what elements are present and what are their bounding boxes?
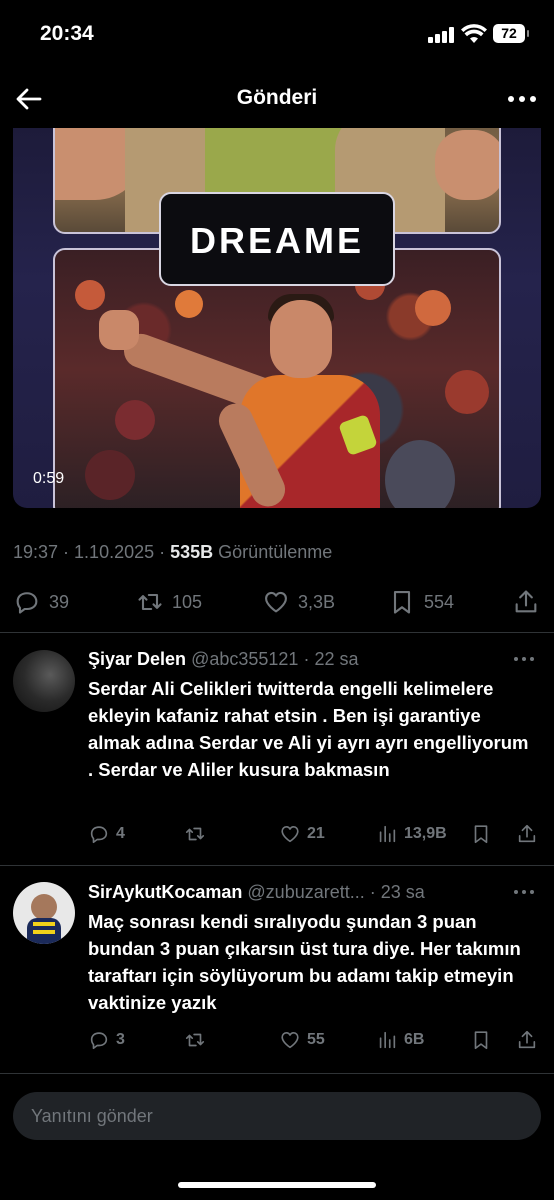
share-button[interactable] [512,584,540,620]
reply-input[interactable] [31,1092,521,1140]
repost-icon [185,1033,205,1047]
like-count: 3,3B [298,591,336,612]
reply-icon [16,592,38,614]
reply-composer [13,1092,541,1140]
bookmark-icon [474,1031,488,1050]
repost-button[interactable] [184,1026,212,1054]
reply-button[interactable]: 4 [88,820,125,848]
post-time: 19:37 [13,542,59,562]
reply-icon [90,1032,108,1050]
post-actions: 39 105 3,3B 554 [0,584,554,620]
reply-time: 22 sa [314,649,359,669]
repost-count: 105 [172,591,203,612]
reply-author-handle[interactable]: @abc355121 [191,649,298,669]
views-count: 6B [404,1031,425,1048]
reply-item[interactable]: Şiyar Delen @abc355121 · 22 sa Serdar Al… [0,632,554,865]
home-indicator [178,1182,376,1188]
wifi-icon [461,24,487,43]
post-meta: 19:37 · 1.10.2025 · 535B Görüntülenme [13,542,333,562]
analytics-icon [379,1031,396,1049]
views-count: 13,9B [404,825,447,842]
repost-icon [185,827,205,841]
avatar[interactable] [13,882,75,944]
reply-icon [90,826,108,844]
reply-text: Maç sonrası kendi sıralıyodu şundan 3 pu… [88,911,521,1013]
status-time: 20:34 [40,22,94,45]
more-horizontal-icon[interactable] [508,96,536,102]
reply-item[interactable]: SirAykutKocaman @zubuzarett... · 23 sa M… [0,865,554,1073]
bookmark-button[interactable] [470,1026,492,1054]
heart-icon [281,1032,299,1049]
bookmark-icon [474,825,488,844]
reply-time: 23 sa [380,882,425,902]
reply-header: Şiyar Delen @abc355121 · 22 sa [88,649,359,669]
reply-count: 3 [116,1031,125,1048]
heart-icon [265,591,287,613]
like-button[interactable]: 21 [279,820,325,848]
reply-author-name[interactable]: SirAykutKocaman [88,882,242,902]
repost-button[interactable] [184,820,212,848]
bookmark-count: 554 [424,591,455,612]
reply-button[interactable]: 3 [88,1026,125,1054]
like-button[interactable]: 55 [279,1026,325,1054]
repost-icon [138,593,162,611]
reply-header: SirAykutKocaman @zubuzarett... · 23 sa [88,882,425,902]
share-button[interactable] [516,820,538,848]
reply-button[interactable]: 39 [13,584,69,620]
video-frame-bottom [53,248,501,508]
brand-logo: DREAME [159,192,395,286]
reply-author-name[interactable]: Şiyar Delen [88,649,186,669]
more-horizontal-icon[interactable] [512,890,536,896]
like-count: 55 [307,1031,325,1048]
reply-text: Serdar Ali Celikleri twitterda engelli k… [88,678,529,780]
views-button[interactable]: 13,9B [376,820,447,848]
like-count: 21 [307,825,325,842]
share-icon [515,590,537,613]
views-button[interactable]: 6B [376,1026,424,1054]
reply-author-handle[interactable]: @zubuzarett... [247,882,364,902]
reply-actions: 3 55 6B [0,1026,554,1054]
views-label: Görüntülenme [218,542,333,562]
post-date: 1.10.2025 [74,542,155,562]
top-bar: Gönderi [0,70,554,128]
battery-indicator: 72 [493,24,529,43]
like-button[interactable]: 3,3B [262,584,335,620]
brand-logo-text: DREAME [189,220,364,261]
analytics-icon [379,825,396,843]
heart-icon [281,826,299,843]
reply-count: 39 [49,591,70,612]
more-horizontal-icon[interactable] [512,657,536,663]
share-button[interactable] [516,1026,538,1054]
cellular-signal-icon [428,27,455,43]
avatar[interactable] [13,650,75,712]
video-duration: 0:59 [33,470,65,487]
views-count: 535B [170,542,214,562]
reply-count: 4 [116,825,125,842]
page-title: Gönderi [236,86,318,109]
status-bar: 20:34 72 [0,0,554,70]
share-icon [518,824,536,843]
bookmark-button[interactable]: 554 [388,584,454,620]
reply-actions: 4 21 13,9B [0,820,554,848]
post-video[interactable]: DREAME 0:59 [13,128,541,508]
repost-button[interactable]: 105 [136,584,202,620]
bookmark-icon [393,591,411,614]
bookmark-button[interactable] [470,820,492,848]
divider [0,1073,554,1074]
share-icon [518,1030,536,1049]
